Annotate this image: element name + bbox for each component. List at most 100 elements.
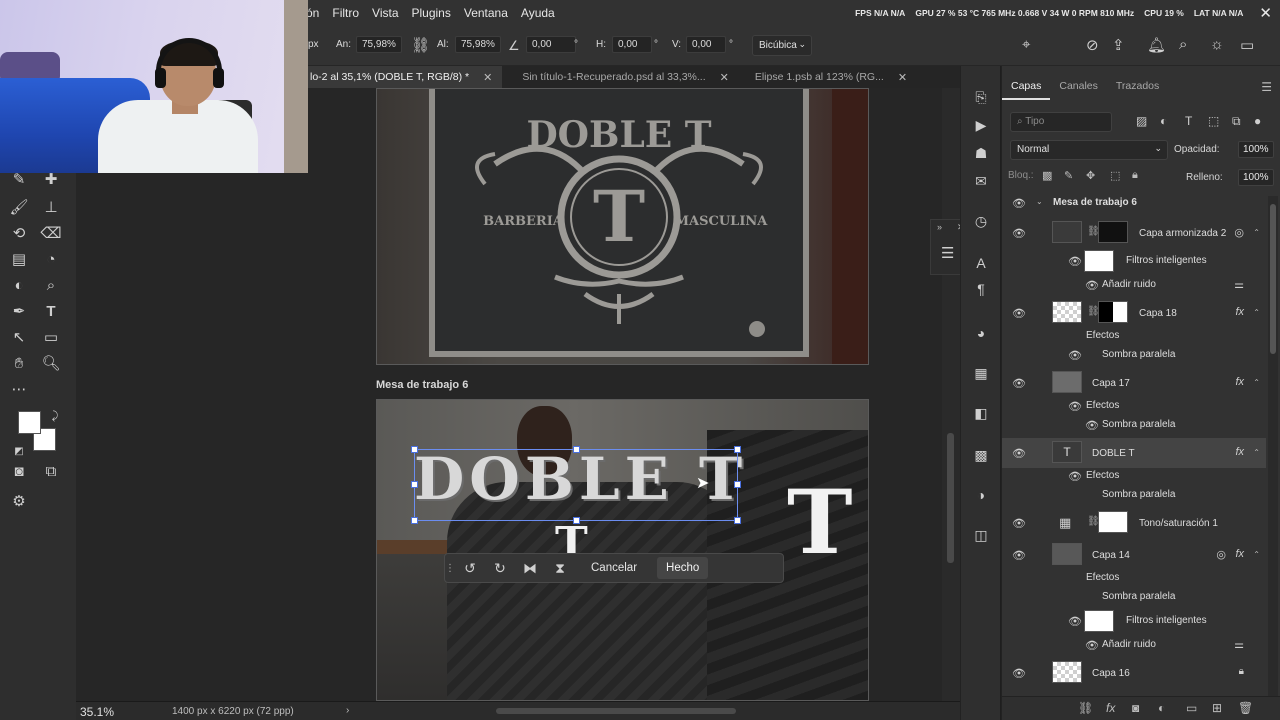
chevron-right-icon[interactable]: › bbox=[346, 705, 349, 716]
close-icon[interactable]: ✕ bbox=[720, 71, 729, 84]
visibility-eye-icon[interactable]: 👁︎ bbox=[1012, 377, 1026, 390]
foreground-color-swatch[interactable] bbox=[18, 411, 41, 434]
filter-pixel-icon[interactable]: ▨ bbox=[1136, 114, 1147, 128]
menu-item-ayuda[interactable]: Ayuda bbox=[521, 6, 555, 20]
layer-row[interactable]: 👁︎ Capa 16 🔒︎ bbox=[1002, 658, 1266, 688]
edit-toolbar-icon[interactable]: ⚙ bbox=[8, 491, 30, 513]
gradient-icon[interactable]: ▤ bbox=[8, 249, 30, 271]
transform-handle-bl[interactable] bbox=[411, 517, 418, 524]
new-adjustment-icon[interactable]: ◐ bbox=[1158, 701, 1165, 715]
adjustments-icon[interactable]: ☰ bbox=[941, 244, 954, 262]
menu-item-edicion[interactable]: ón bbox=[306, 6, 319, 20]
layer-sub-row[interactable]: 👁︎ Filtros inteligentes bbox=[1002, 610, 1266, 632]
zoom-tool-icon[interactable]: ⌕ bbox=[40, 275, 62, 297]
layer-row[interactable]: 👁︎ ⛓ Capa 18 fx ⌃ bbox=[1002, 298, 1266, 328]
tab-trazados[interactable]: Trazados bbox=[1107, 74, 1168, 100]
rectangle-icon[interactable]: ▭ bbox=[40, 327, 62, 349]
tab-sin-titulo[interactable]: Sin título-1-Recuperado.psd al 33,3%... … bbox=[502, 66, 739, 88]
gradients-icon[interactable]: ◧ bbox=[970, 402, 992, 424]
height-field[interactable]: 75,98% bbox=[455, 36, 501, 53]
eraser-icon[interactable]: ⌫ bbox=[40, 223, 62, 245]
layer-group-row[interactable]: 👁︎ ⌄ Mesa de trabajo 6 bbox=[1002, 194, 1266, 212]
layers-scrollbar[interactable] bbox=[1268, 196, 1278, 720]
grip-icon[interactable]: ⋮ bbox=[445, 563, 455, 574]
new-group-icon[interactable]: ▭ bbox=[1186, 701, 1197, 715]
workspace-icon[interactable]: ▭ bbox=[1240, 36, 1254, 54]
visibility-eye-icon[interactable]: 👁︎ bbox=[1085, 639, 1099, 652]
fill-field[interactable]: 100% bbox=[1238, 169, 1274, 186]
layer-sub-row[interactable]: Efectos bbox=[1002, 328, 1266, 344]
panel-menu-icon[interactable]: ☰ bbox=[1261, 80, 1272, 94]
visibility-eye-icon[interactable]: 👁︎ bbox=[1012, 447, 1026, 460]
adjustments-panel-icon[interactable]: ◑ bbox=[970, 484, 992, 506]
canvas-vertical-scrollbar[interactable] bbox=[942, 88, 960, 701]
transform-handle-mr[interactable] bbox=[734, 481, 741, 488]
interpolation-select[interactable]: Bicúbica ⌄ bbox=[752, 35, 812, 56]
transform-bounding-box[interactable] bbox=[414, 449, 738, 521]
add-mask-icon[interactable]: ◙ bbox=[1132, 701, 1139, 715]
horizontal-scrollbar-thumb[interactable] bbox=[496, 708, 736, 714]
transform-handle-br[interactable] bbox=[734, 517, 741, 524]
width-field[interactable]: 75,98% bbox=[356, 36, 402, 53]
filter-smart-icon[interactable]: ⧉ bbox=[1232, 114, 1241, 129]
close-icon[interactable]: ✕ bbox=[483, 71, 492, 84]
close-icon[interactable]: ✕ bbox=[1259, 4, 1272, 22]
brush-icon[interactable]: 🖌︎ bbox=[8, 197, 30, 219]
layer-row-selected[interactable]: 👁︎ T DOBLE T fx ⌃ bbox=[1002, 438, 1266, 468]
link-layers-icon[interactable]: ⛓ bbox=[1078, 701, 1093, 715]
pen-icon[interactable]: ✒ bbox=[8, 301, 30, 323]
scrollbar-thumb[interactable] bbox=[947, 433, 954, 563]
layer-sub-row[interactable]: 👁︎ Filtros inteligentes bbox=[1002, 250, 1266, 272]
v-skew-field[interactable]: 0,00 bbox=[686, 36, 726, 53]
character-icon[interactable]: A bbox=[970, 252, 992, 274]
visibility-eye-icon[interactable]: 👁︎ bbox=[1012, 307, 1026, 320]
scrollbar-thumb[interactable] bbox=[1270, 204, 1276, 354]
menu-item-vista[interactable]: Vista bbox=[372, 6, 398, 20]
filter-shape-icon[interactable]: ⬚ bbox=[1208, 114, 1219, 128]
tab-elipse[interactable]: Elipse 1.psb al 123% (RG... ✕ bbox=[739, 66, 917, 88]
document-canvas[interactable]: DOBLE T T BARBERIA MASCULINA Mesa de tra… bbox=[76, 88, 942, 701]
collapse-chevron-icon[interactable]: ⌄ bbox=[1036, 197, 1043, 206]
chevron-up-icon[interactable]: ⌃ bbox=[1253, 550, 1260, 559]
visibility-eye-icon[interactable]: 👁︎ bbox=[1012, 549, 1026, 562]
bell-icon[interactable]: 🔔︎ bbox=[1147, 36, 1166, 54]
visibility-eye-icon[interactable]: 👁︎ bbox=[1068, 615, 1082, 628]
type-tool-icon[interactable]: T bbox=[40, 301, 62, 323]
lock-image-icon[interactable]: ✎ bbox=[1064, 169, 1073, 182]
libraries-icon[interactable]: ◫ bbox=[970, 524, 992, 546]
layer-filter-input[interactable]: ⌕ Tipo bbox=[1010, 112, 1112, 132]
lightbulb-icon[interactable]: ☼ bbox=[1210, 36, 1224, 53]
flip-vertical-icon[interactable]: ⧗ bbox=[545, 560, 575, 577]
visibility-eye-icon[interactable]: 👁︎ bbox=[1068, 255, 1082, 268]
filter-adjustment-icon[interactable]: ◐ bbox=[1160, 114, 1167, 128]
color-palette-icon[interactable]: ◕ bbox=[970, 322, 992, 344]
layer-sub-row[interactable]: Efectos bbox=[1002, 570, 1266, 586]
quick-mask-icon[interactable]: ◙ bbox=[8, 461, 30, 483]
opacity-field[interactable]: 100% bbox=[1238, 141, 1274, 158]
default-colors-icon[interactable]: ◩ bbox=[8, 441, 30, 463]
layer-sub-row[interactable]: 👁︎ Efectos bbox=[1002, 468, 1266, 484]
hand-icon[interactable]: ✋︎ bbox=[8, 353, 30, 375]
rotate-left-icon[interactable]: ↺ bbox=[455, 560, 485, 577]
lock-position-icon[interactable]: ✥ bbox=[1086, 169, 1095, 182]
chevron-up-icon[interactable]: ⌃ bbox=[1253, 448, 1260, 457]
rotate-right-icon[interactable]: ↻ bbox=[485, 560, 515, 577]
search-icon[interactable]: ⌕ bbox=[1179, 36, 1187, 53]
zoom-icon[interactable]: 🔍︎ bbox=[40, 353, 62, 375]
layer-sub-row[interactable]: 👁︎ Sombra paralela bbox=[1002, 346, 1266, 364]
transform-handle-ml[interactable] bbox=[411, 481, 418, 488]
layer-sub-row[interactable]: 👁︎ Efectos bbox=[1002, 398, 1266, 414]
screen-mode-icon[interactable]: ⧉ bbox=[40, 461, 62, 483]
dodge-icon[interactable]: ◐ bbox=[8, 275, 30, 297]
filter-options-icon[interactable]: ⚌ bbox=[1234, 638, 1244, 651]
h-skew-field[interactable]: 0,00 bbox=[612, 36, 652, 53]
visibility-eye-icon[interactable]: 👁︎ bbox=[1012, 667, 1026, 680]
play-icon[interactable]: ▶ bbox=[970, 114, 992, 136]
visibility-eye-icon[interactable]: 👁︎ bbox=[1085, 279, 1099, 292]
fx-icon[interactable]: fx bbox=[1235, 548, 1244, 560]
fx-icon[interactable]: fx bbox=[1235, 446, 1244, 458]
visibility-eye-icon[interactable]: 👁︎ bbox=[1068, 400, 1082, 413]
visibility-eye-icon[interactable]: 👁︎ bbox=[1068, 470, 1082, 483]
layer-sub-row[interactable]: Sombra paralela bbox=[1002, 588, 1266, 606]
layer-row[interactable]: 👁︎ Capa 14 ◎ fx ⌃ bbox=[1002, 540, 1266, 570]
